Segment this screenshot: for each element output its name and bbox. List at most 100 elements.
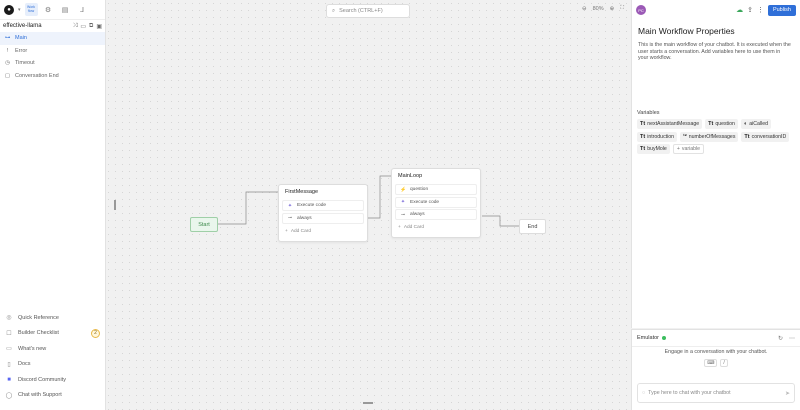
add-card-button[interactable]: + Add Card — [279, 225, 367, 237]
card-execute-code[interactable]: ✦ Execute code — [282, 200, 364, 211]
table-icon[interactable]: ▤ — [59, 3, 72, 16]
share-icon[interactable]: ⇪ — [747, 6, 753, 14]
refresh-icon[interactable]: ↻ — [778, 335, 783, 342]
panel-actions: ☁ ⇪ ⋮ — [736, 6, 764, 14]
properties-panel: PC ☁ ⇪ ⋮ Publish Main Workflow Propertie… — [631, 0, 800, 328]
discord-community-link[interactable]: ■ Discord Community — [0, 372, 105, 388]
search-placeholder: Search (CTRL+F) — [339, 8, 383, 14]
add-variable-button[interactable]: + variable — [672, 144, 705, 154]
builder-checklist-link[interactable]: ☐ Builder Checklist 2 — [0, 326, 105, 342]
fit-view-icon[interactable]: ⛶ — [620, 5, 624, 12]
add-file-icon[interactable]: ▣ — [96, 23, 102, 30]
canvas-search[interactable]: ⌕ Search (CTRL+F) — [326, 4, 410, 18]
publish-button[interactable]: Publish — [767, 4, 796, 16]
lightning-icon: ⚡ — [400, 186, 407, 193]
text-type-icon: Tt — [708, 121, 714, 127]
node-title: MainLoop — [398, 173, 423, 179]
emulator-panel: Emulator ↻ ⋯ Engage in a conversation wi… — [631, 329, 800, 410]
variable-chip[interactable]: ◐ aiCalled — [740, 119, 772, 129]
workflow-item-error[interactable]: ! Error — [0, 45, 105, 58]
zoom-level[interactable]: 80% — [593, 6, 604, 12]
emulator-message: Engage in a conversation with your chatb… — [664, 349, 768, 355]
card-label: always — [410, 212, 425, 217]
variables-label: Variables — [637, 110, 660, 116]
chat-bubble-icon: ◌ — [642, 390, 646, 396]
card-transition-always[interactable]: ⊸ always — [282, 212, 364, 224]
add-card-label: Add Card — [290, 228, 312, 234]
plus-icon: + — [285, 228, 288, 234]
variable-chip[interactable]: Tt introduction — [637, 131, 678, 142]
workflow-item-main[interactable]: ⊶ Main — [0, 32, 105, 45]
emulator-chat-input[interactable]: ◌ Type here to chat with your chatbot ➤ — [637, 383, 795, 403]
variable-name: buyMole — [647, 146, 667, 152]
folder-icon[interactable]: ▭ — [80, 23, 86, 30]
chevron-down-icon[interactable]: ▾ — [18, 7, 21, 13]
variable-name: conversationID — [751, 133, 787, 140]
card-transition-always[interactable]: ⊸ always — [395, 209, 477, 220]
variable-name: aiCalled — [749, 121, 769, 127]
number-type-icon: ¹² — [683, 133, 687, 140]
avatar[interactable]: PC — [636, 5, 646, 15]
search-icon: ⌕ — [332, 7, 336, 14]
tab-workflows-label: Work flow — [26, 5, 36, 13]
start-node[interactable]: Start — [190, 217, 218, 232]
zoom-in-icon[interactable]: ⊕ — [610, 6, 615, 12]
emulator-actions: ↻ ⋯ — [778, 335, 795, 342]
chatbot-logo-icon[interactable]: ● — [4, 4, 14, 15]
discord-icon: ■ — [7, 376, 11, 383]
tab-workflows[interactable]: Work flow — [24, 3, 38, 16]
workflow-icon: ⊶ — [4, 35, 11, 42]
zoom-out-icon[interactable]: ⊖ — [582, 6, 587, 12]
workflow-item-timeout[interactable]: ◷ Timeout — [0, 57, 105, 70]
variable-chip[interactable]: Tt question — [705, 119, 738, 129]
checklist-icon: ☐ — [6, 330, 12, 337]
boolean-type-icon: ◐ — [743, 121, 748, 127]
shuffle-icon[interactable]: ⤨ — [73, 23, 78, 30]
workflow-item-label: Conversation End — [15, 72, 59, 79]
variable-chip[interactable]: ¹² numberOfMessages — [680, 131, 739, 142]
add-variable-label: variable — [681, 146, 701, 152]
card-execute-code[interactable]: ✦ Execute code — [395, 196, 477, 208]
checklist-count-badge: 2 — [91, 328, 100, 338]
gear-icon[interactable]: ⚙ — [42, 3, 55, 16]
keyboard-icon: ⌨ — [704, 358, 718, 367]
node-mainloop[interactable]: MainLoop ⚡ question ✦ Execute code ⊸ alw… — [391, 168, 481, 238]
more-icon[interactable]: ⋯ — [789, 335, 795, 342]
workflow-item-conversation-end[interactable]: ▢ Conversation End — [0, 70, 105, 83]
sidebar-topbar: ● ▾ Work flow ⚙ ▤ ⅃ — [0, 0, 105, 20]
send-icon[interactable]: ➤ — [785, 390, 790, 397]
add-card-label: Add Card — [403, 225, 425, 230]
bot-actions: ⤨ ▭ ⧉ ▣ — [73, 23, 102, 30]
emulator-drag-handle[interactable] — [363, 402, 373, 404]
docs-link[interactable]: ▯ Docs — [0, 357, 105, 373]
error-icon: ! — [6, 47, 9, 54]
variable-name: question — [715, 121, 735, 127]
chat-icon: ◯ — [5, 392, 13, 399]
variables-list: Tt nextAssistantMessage Tt question ◐ aiCal… — [637, 119, 797, 154]
end-node[interactable]: End — [519, 219, 546, 234]
variable-chip[interactable]: Tt buyMole — [637, 144, 670, 154]
sidebar-collapse-handle[interactable] — [114, 200, 116, 210]
cloud-sync-icon[interactable]: ☁ — [736, 6, 743, 14]
card-question[interactable]: ⚡ question — [395, 184, 477, 195]
quick-reference-link[interactable]: ◎ Quick Reference — [0, 310, 105, 326]
copy-icon[interactable]: ⧉ — [89, 23, 93, 30]
bot-name[interactable]: effective-llama — [3, 23, 42, 29]
end-node-label: End — [527, 223, 538, 230]
variable-chip[interactable]: Tt nextAssistantMessage — [637, 119, 703, 129]
end-icon: ▢ — [4, 72, 11, 79]
add-card-button[interactable]: + Add Card — [392, 222, 480, 234]
chat-with-support-link[interactable]: ◯ Chat with Support — [0, 388, 105, 404]
options-icon[interactable]: ⋮ — [757, 6, 764, 14]
transition-icon: ⊸ — [400, 211, 406, 218]
text-type-icon: Tt — [640, 121, 646, 127]
hook-icon[interactable]: ⅃ — [76, 3, 89, 16]
variable-chip[interactable]: Tt conversationID — [741, 131, 790, 142]
builder-checklist-label: Builder Checklist — [18, 330, 59, 337]
news-icon: ▭ — [6, 346, 12, 353]
bot-name-row: effective-llama ⤨ ▭ ⧉ ▣ — [0, 20, 105, 32]
node-firstmessage[interactable]: FirstMessage ✦ Execute code ⊸ always + A… — [278, 184, 368, 242]
workflow-item-label: Main — [15, 35, 27, 42]
whats-new-link[interactable]: ▭ What's new — [0, 341, 105, 357]
whats-new-label: What's new — [18, 345, 47, 352]
